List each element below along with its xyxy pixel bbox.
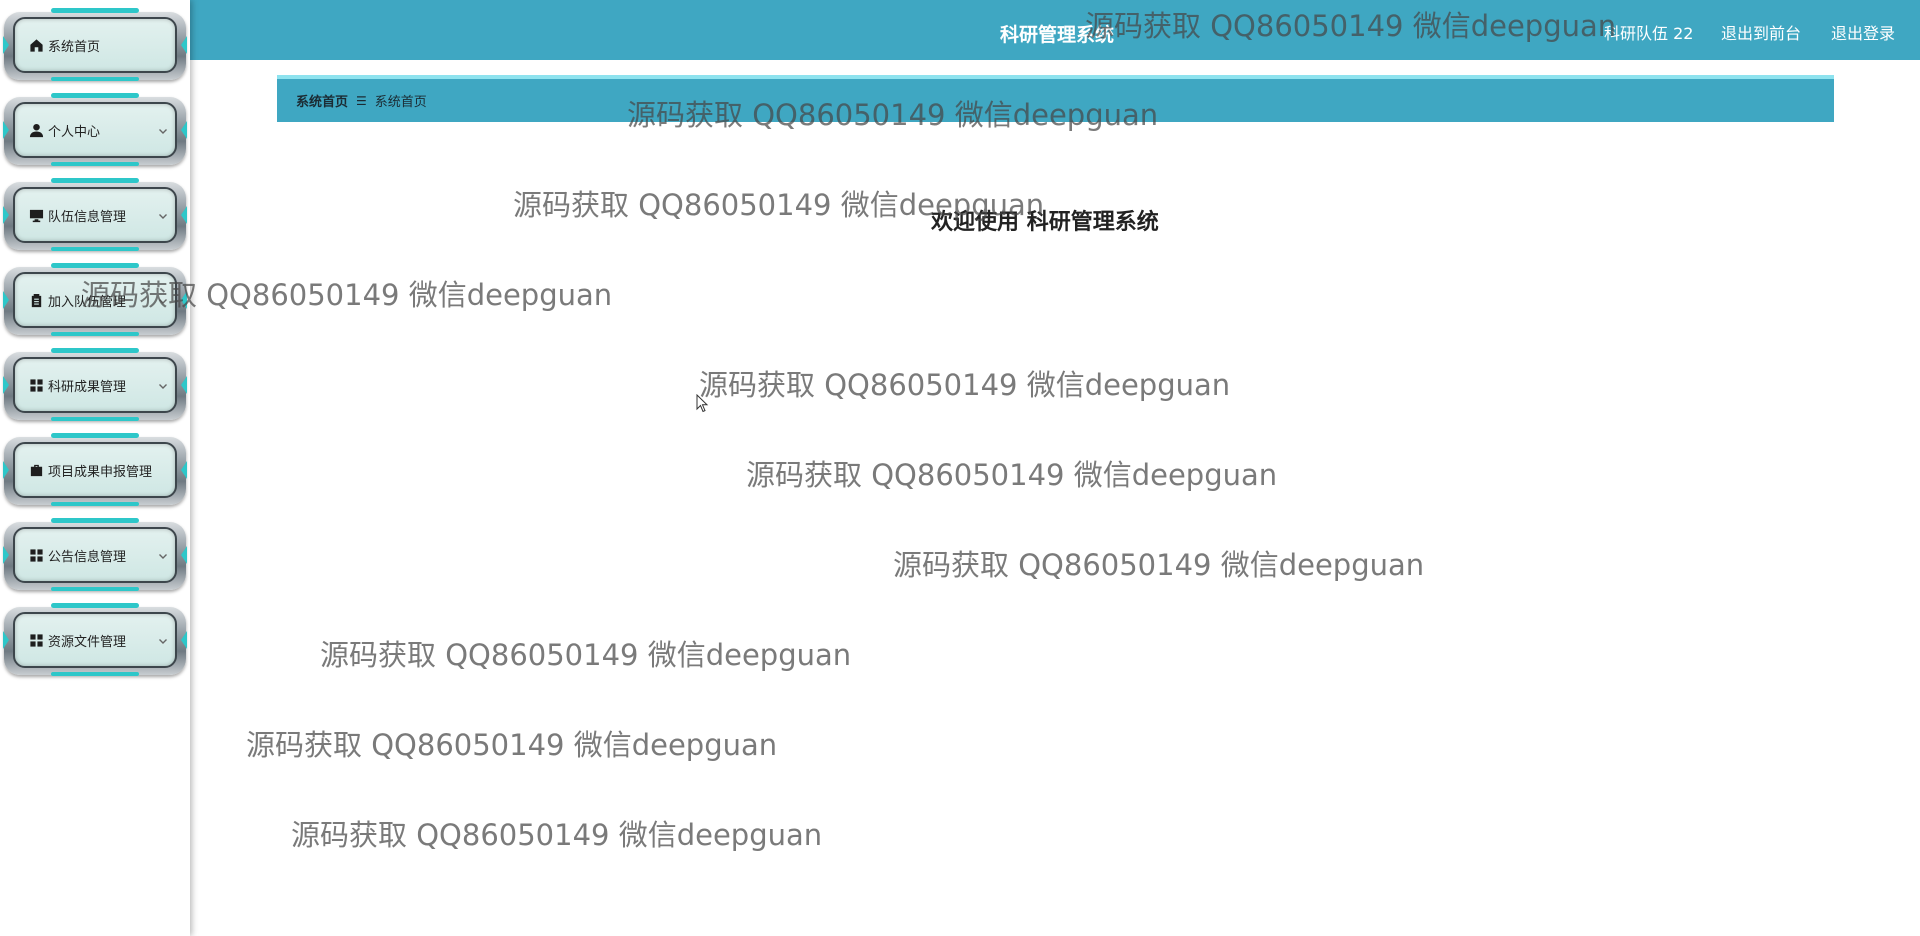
chevron-down-icon (158, 210, 168, 220)
sidebar: 系统首页 个人中心 队伍信息管理 加入队伍管理 科研成果管理 项目成果申报管理 … (0, 0, 190, 936)
clipboard-icon (28, 292, 44, 308)
sidebar-item-label: 科研成果管理 (48, 379, 127, 395)
sidebar-item-label: 加入队伍管理 (48, 294, 127, 310)
watermark-text: 源码获取 QQ86050149 微信deepguan (246, 728, 778, 762)
back-to-frontend-link[interactable]: 退出到前台 (1721, 20, 1801, 44)
sidebar-item-resource-files[interactable]: 资源文件管理 (3, 603, 187, 676)
monitor-icon (28, 207, 44, 223)
watermark-text: 源码获取 QQ86050149 微信deepguan (746, 458, 1278, 492)
watermark-text: 源码获取 QQ86050149 微信deepguan (291, 818, 823, 852)
app-title: 科研管理系统 (1000, 24, 1115, 46)
welcome-message: 欢迎使用 科研管理系统 (931, 204, 1159, 236)
top-header: 科研管理系统 科研队伍 22 退出到前台 退出登录 (190, 0, 1920, 60)
breadcrumb-bar: 系统首页 ☰ 系统首页 (277, 75, 1834, 122)
sidebar-item-team-info[interactable]: 队伍信息管理 (3, 178, 187, 251)
menu-separator-icon: ☰ (356, 93, 367, 108)
grid-icon (28, 632, 44, 648)
user-icon (28, 122, 44, 138)
sidebar-item-label: 个人中心 (48, 124, 101, 140)
chevron-down-icon (158, 380, 168, 390)
watermark-text: 源码获取 QQ86050149 微信deepguan (320, 638, 852, 672)
watermark-text: 源码获取 QQ86050149 微信deepguan (699, 368, 1231, 402)
sidebar-item-label: 队伍信息管理 (48, 209, 127, 225)
breadcrumb-home[interactable]: 系统首页 (296, 91, 348, 110)
sidebar-item-project-declaration[interactable]: 项目成果申报管理 (3, 433, 187, 506)
grid-icon (28, 377, 44, 393)
breadcrumb: 系统首页 ☰ 系统首页 (296, 91, 427, 111)
sidebar-item-join-team[interactable]: 加入队伍管理 (3, 263, 187, 336)
home-icon (28, 37, 44, 53)
briefcase-icon (28, 462, 44, 478)
logout-link[interactable]: 退出登录 (1831, 20, 1895, 44)
sidebar-item-label: 系统首页 (48, 39, 101, 55)
sidebar-item-research-results[interactable]: 科研成果管理 (3, 348, 187, 421)
breadcrumb-current: 系统首页 (374, 95, 427, 110)
mouse-cursor-icon (696, 394, 709, 413)
chevron-down-icon (158, 125, 168, 135)
chevron-down-icon (158, 635, 168, 645)
sidebar-item-personal-center[interactable]: 个人中心 (3, 93, 187, 166)
watermark-text: 源码获取 QQ86050149 微信deepguan (893, 548, 1425, 582)
sidebar-item-home[interactable]: 系统首页 (3, 8, 187, 81)
current-user: 科研队伍 22 (1604, 24, 1694, 43)
app-root: 系统首页 个人中心 队伍信息管理 加入队伍管理 科研成果管理 项目成果申报管理 … (0, 0, 1920, 936)
grid-icon (28, 547, 44, 563)
sidebar-item-label: 公告信息管理 (48, 549, 127, 565)
sidebar-item-label: 项目成果申报管理 (48, 464, 153, 480)
welcome-prefix: 欢迎使用 (931, 210, 1020, 235)
sidebar-item-label: 资源文件管理 (48, 634, 127, 650)
sidebar-item-announcements[interactable]: 公告信息管理 (3, 518, 187, 591)
welcome-system-name: 科研管理系统 (1026, 210, 1159, 235)
chevron-down-icon (158, 295, 168, 305)
chevron-down-icon (158, 550, 168, 560)
